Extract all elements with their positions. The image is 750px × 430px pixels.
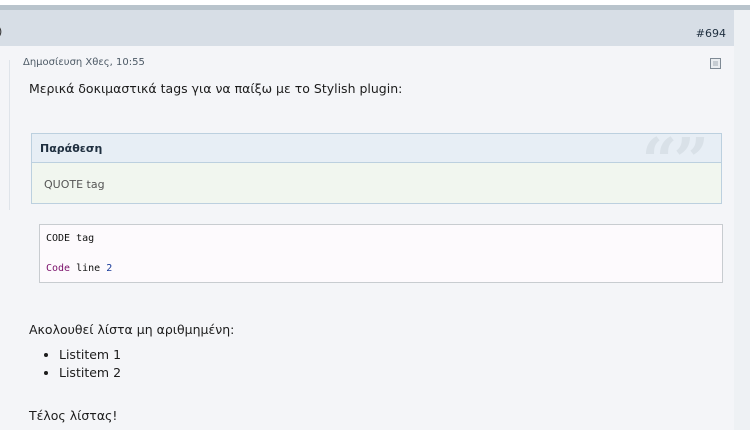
list-item: Listitem 1 <box>59 346 121 364</box>
post-number-link[interactable]: #694 <box>696 27 726 40</box>
select-post-checkbox[interactable] <box>710 58 721 69</box>
list-intro-text: Ακολουθεί λίστα μη αριθμημένη: <box>29 322 235 337</box>
post-header-bar: ) #694 <box>0 10 734 46</box>
code-word: line <box>76 263 101 274</box>
quote-block: Παράθεση “” QUOTE tag <box>31 124 722 204</box>
quote-mark-icon: “” <box>641 124 709 197</box>
post-meta: Δημοσίευση Χθες, 10:55 <box>23 57 145 68</box>
unordered-list: Listitem 1 Listitem 2 <box>29 346 121 382</box>
post-intro-text: Μερικά δοκιμαστικά tags για να παίξω με … <box>29 81 403 96</box>
quote-title: Παράθεση <box>40 142 103 155</box>
list-end-text: Τέλος λίστας! <box>29 408 118 423</box>
code-number: 2 <box>106 263 113 274</box>
list-item: Listitem 2 <box>59 364 121 382</box>
header-left-marker: ) <box>0 25 2 38</box>
post-body: Δημοσίευση Χθες, 10:55 Μερικά δοκιμαστικ… <box>0 46 734 430</box>
code-line-1: CODE tag <box>46 233 95 244</box>
left-rule <box>9 60 10 210</box>
scrollbar[interactable] <box>734 10 750 430</box>
quote-content: QUOTE tag <box>44 178 105 191</box>
quote-header: Παράθεση “” <box>32 124 721 197</box>
code-keyword: Code <box>46 263 71 274</box>
code-block: CODE tag Code line 2 <box>39 224 723 283</box>
code-line-2: Code line 2 <box>46 263 112 274</box>
